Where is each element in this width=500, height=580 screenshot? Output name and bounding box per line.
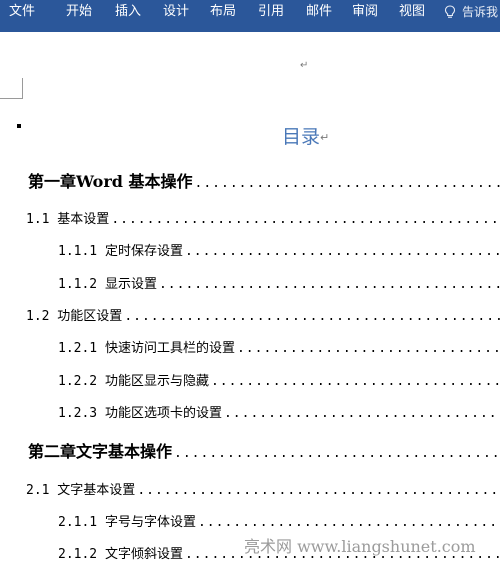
toc-title-text: 目录 [282, 126, 321, 148]
toc-entry-level3[interactable]: 1.1.1 定时保存设置 [58, 242, 500, 262]
toc-dot-leader [137, 481, 500, 501]
page-margin-corner-mark [0, 78, 23, 99]
toc-entry-text: 1.2 功能区设置 [26, 309, 123, 324]
toc-entry-level2[interactable]: 1.2 功能区设置 [26, 307, 500, 327]
tab-view[interactable]: 视图 [399, 0, 425, 24]
toc-dot-leader [124, 307, 500, 327]
toc-dot-leader [211, 372, 500, 392]
toc-entry-text: 1.2.3 功能区选项卡的设置 [58, 406, 222, 421]
lightbulb-icon [444, 5, 456, 18]
ribbon-tab-bar: 文件 开始 插入 设计 布局 引用 邮件 审阅 视图 告诉我 [0, 0, 500, 32]
toc-entry-text: 1.1 基本设置 [26, 212, 110, 227]
toc-entry-text: 第二章文字基本操作 [28, 442, 173, 461]
toc-entry-level2[interactable]: 2.1 文字基本设置 [26, 481, 500, 501]
toc-dot-leader [195, 173, 500, 193]
toc-dot-leader [111, 210, 500, 230]
toc-dot-leader [237, 339, 500, 359]
toc-dot-leader [198, 513, 500, 533]
toc-dot-leader [174, 443, 500, 463]
tab-review[interactable]: 审阅 [352, 0, 378, 24]
paragraph-bullet-mark [17, 124, 21, 128]
document-page[interactable]: ↵ 目录↵ 第一章Word 基本操作 1.1 基本设置 1.1.1 定时保存设置… [0, 32, 500, 580]
tab-file[interactable]: 文件 [9, 0, 35, 24]
toc-entry-level1[interactable]: 第一章Word 基本操作 [28, 171, 500, 193]
paragraph-mark: ↵ [300, 60, 309, 71]
toc-title: 目录↵ [282, 122, 329, 149]
toc-entry-text: 2.1 文字基本设置 [26, 483, 136, 498]
toc-entry-text: 2.1.1 字号与字体设置 [58, 515, 196, 530]
tab-mailings[interactable]: 邮件 [306, 0, 332, 24]
toc-entry-level3[interactable]: 2.1.1 字号与字体设置 [58, 513, 500, 533]
toc-dot-leader [159, 275, 500, 295]
toc-entry-text: 1.2.2 功能区显示与隐藏 [58, 374, 209, 389]
toc-dot-leader [185, 242, 500, 262]
toc-entry-text: 1.1.2 显示设置 [58, 277, 157, 292]
site-watermark: 亮术网 www.liangshunet.com [244, 537, 476, 556]
toc-title-paragraph-mark: ↵ [320, 131, 330, 144]
toc-entry-level2[interactable]: 1.1 基本设置 [26, 210, 500, 230]
tab-references[interactable]: 引用 [258, 0, 284, 24]
tab-layout[interactable]: 布局 [210, 0, 236, 24]
toc-entry-level1[interactable]: 第二章文字基本操作 [28, 441, 500, 463]
tell-me-label: 告诉我 [462, 5, 499, 19]
toc-entry-level3[interactable]: 1.2.3 功能区选项卡的设置 [58, 404, 500, 424]
toc-entry-level3[interactable]: 1.2.2 功能区显示与隐藏 [58, 372, 500, 392]
toc-entry-text: 第一章Word 基本操作 [28, 172, 193, 191]
toc-entry-text: 1.1.1 定时保存设置 [58, 244, 183, 259]
toc-entry-level3[interactable]: 1.2.1 快速访问工具栏的设置 [58, 339, 500, 359]
toc-entry-text: 2.1.2 文字倾斜设置 [58, 547, 183, 562]
toc-entry-level3[interactable]: 1.1.2 显示设置 [58, 275, 500, 295]
tab-home[interactable]: 开始 [66, 0, 92, 24]
tab-insert[interactable]: 插入 [115, 0, 141, 24]
toc-entry-text: 1.2.1 快速访问工具栏的设置 [58, 341, 235, 356]
toc-dot-leader [224, 404, 500, 424]
tab-design[interactable]: 设计 [163, 0, 189, 24]
